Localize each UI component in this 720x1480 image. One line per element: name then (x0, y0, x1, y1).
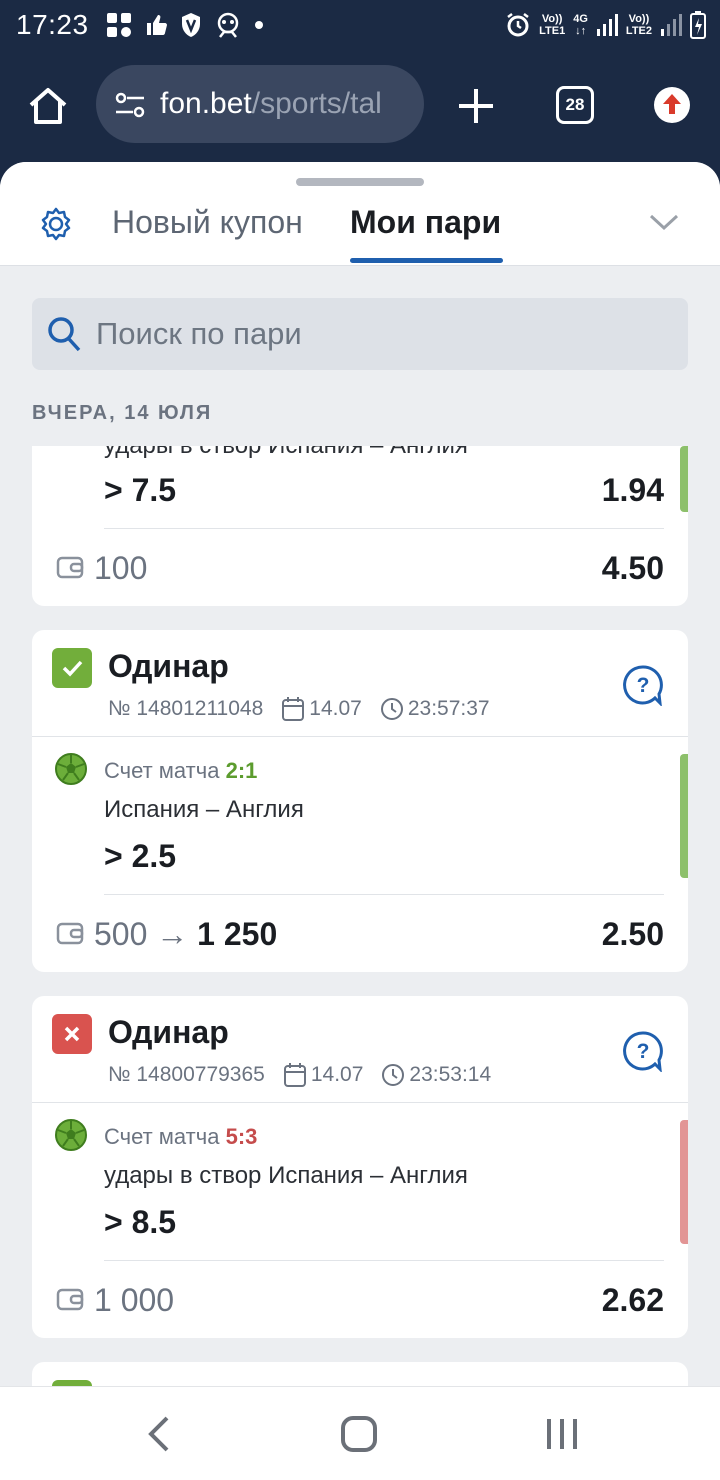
status-bar: 17:23 Vo)) LTE1 4G ↓↑ Vo)) LTE2 (0, 0, 720, 50)
bet-number: № 14801211048 (108, 697, 264, 720)
football-icon (55, 1119, 87, 1151)
recents-icon[interactable] (544, 1417, 580, 1451)
total-odds: 4.50 (601, 550, 664, 586)
bet-time: 23:53:14 (409, 1063, 492, 1086)
stake-amount: 500 → 1 250 (94, 916, 278, 952)
selection: > 8.5 (104, 1204, 177, 1240)
result-strip (680, 446, 688, 512)
bet-card[interactable]: Одинар № 14800779365 14.07 23:53:14 ? Сч… (32, 996, 688, 1338)
shield-icon (182, 13, 200, 37)
lost-status-icon (52, 1014, 92, 1054)
total-odds: 2.50 (601, 916, 664, 952)
sheet-header: Новый купон Мои пари (0, 162, 720, 266)
update-icon[interactable] (654, 87, 690, 123)
svg-text:?: ? (637, 1040, 650, 1063)
site-settings-icon[interactable] (114, 91, 146, 119)
bet-type: Одинар (108, 1014, 229, 1050)
bet-meta: № 14800779365 14.07 23:53:14 (108, 1062, 491, 1088)
divider (104, 528, 664, 529)
wallet-icon (56, 556, 84, 579)
clock-icon (380, 698, 403, 720)
network-type: 4G ↓↑ (573, 13, 588, 37)
tab-new-coupon[interactable]: Новый купон (112, 204, 303, 241)
divider (32, 736, 688, 737)
bet-type: Одинар (108, 648, 229, 684)
bet-date: 14.07 (310, 1063, 364, 1086)
total-odds: 2.62 (601, 1282, 664, 1318)
wallet-icon (56, 922, 84, 945)
notification-icons (106, 10, 264, 40)
bet-card[interactable] (32, 1362, 688, 1386)
system-nav-bar (0, 1386, 720, 1480)
clock: 17:23 (16, 9, 89, 40)
svg-text:?: ? (637, 674, 650, 697)
sim2-indicator: Vo)) LTE2 (625, 13, 652, 37)
active-tab-indicator (350, 258, 503, 263)
apps-icon (107, 13, 131, 37)
home-icon[interactable] (26, 84, 70, 128)
won-status-icon (52, 648, 92, 688)
bet-time: 23:57:37 (407, 697, 490, 720)
selection: > 7.5 (104, 472, 177, 508)
result-strip (680, 754, 688, 878)
battery-icon (690, 11, 706, 39)
match-score: Счет матча 5:3 (104, 1124, 258, 1149)
bet-card[interactable]: удары в створ Испания – Англия > 7.5 1.9… (32, 446, 688, 606)
selection: > 2.5 (104, 838, 177, 874)
alarm-icon (507, 13, 529, 37)
clock-icon (382, 1064, 405, 1086)
search-icon (48, 317, 81, 352)
like-icon (147, 15, 167, 35)
system-icons: Vo)) LTE1 4G ↓↑ Vo)) LTE2 (505, 8, 706, 42)
divider (32, 1102, 688, 1103)
wallet-icon (56, 1288, 84, 1311)
dot-icon (255, 21, 263, 29)
new-tab-icon[interactable] (456, 86, 496, 126)
event-name: Испания – Англия (104, 796, 304, 823)
sim1-indicator: Vo)) LTE1 (539, 13, 566, 37)
help-icon[interactable]: ? (622, 664, 664, 706)
result-strip (680, 1120, 688, 1244)
search-placeholder: Поиск по пари (96, 316, 302, 351)
calendar-icon (282, 697, 305, 721)
tab-my-bets[interactable]: Мои пари (350, 204, 501, 241)
gear-icon[interactable] (38, 206, 74, 242)
signal-weak-icon (661, 14, 682, 36)
help-icon[interactable]: ? (622, 1030, 664, 1072)
chevron-down-icon[interactable] (648, 212, 680, 232)
divider (104, 1260, 664, 1261)
address-bar[interactable]: fon.bet/sports/tal (96, 65, 424, 143)
bet-slip-sheet: Новый купон Мои пари Поиск по пари ВЧЕРА… (0, 162, 720, 1386)
divider (104, 894, 664, 895)
browser-toolbar: fon.bet/sports/tal 28 (0, 50, 720, 162)
selection-odds: 1.94 (601, 472, 664, 508)
date-section-header: ВЧЕРА, 14 ЮЛЯ (32, 402, 213, 424)
bet-date: 14.07 (309, 697, 362, 720)
calendar-icon (283, 1063, 306, 1087)
tab-switcher-button[interactable]: 28 (556, 86, 594, 124)
bet-number: № 14800779365 (108, 1063, 265, 1086)
home-nav-icon[interactable] (340, 1415, 378, 1453)
drag-handle[interactable] (296, 178, 424, 186)
event-name: удары в створ Испания – Англия (104, 1162, 468, 1189)
robot-icon (217, 12, 239, 38)
match-score: Счет матча 2:1 (104, 758, 258, 783)
back-icon[interactable] (146, 1415, 172, 1453)
bet-meta: № 14801211048 14.07 23:57:37 (108, 696, 490, 722)
football-icon (55, 753, 87, 785)
stake-amount: 100 (94, 550, 148, 586)
bet-card[interactable]: Одинар № 14801211048 14.07 23:57:37 ? Сч… (32, 630, 688, 972)
stake-amount: 1 000 (94, 1282, 175, 1318)
url-text: fon.bet/sports/tal (160, 87, 382, 120)
search-input[interactable]: Поиск по пари (32, 298, 688, 370)
event-name: удары в створ Испания – Англия (104, 446, 468, 460)
signal-icon (596, 14, 618, 36)
